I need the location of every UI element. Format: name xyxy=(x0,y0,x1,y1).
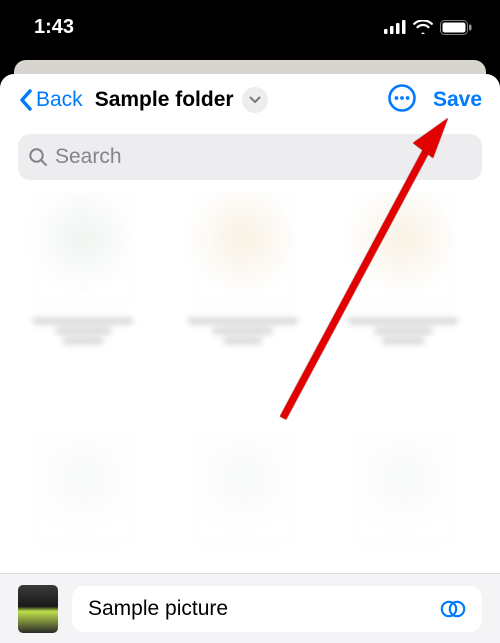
bottom-bar: Sample picture xyxy=(0,573,500,643)
battery-icon xyxy=(440,20,472,35)
folder-title: Sample folder xyxy=(95,88,234,112)
file-item[interactable] xyxy=(338,194,468,364)
chevron-down-icon xyxy=(249,96,261,104)
cellular-icon xyxy=(384,20,406,34)
title-area: Sample folder xyxy=(95,87,387,113)
save-button[interactable]: Save xyxy=(433,88,482,112)
folder-menu-button[interactable] xyxy=(242,87,268,113)
status-right xyxy=(384,20,472,35)
navigation-bar: Back Sample folder Save xyxy=(0,74,500,126)
live-photo-icon xyxy=(440,600,466,618)
back-label: Back xyxy=(36,88,83,112)
file-item[interactable] xyxy=(18,194,148,364)
search-icon xyxy=(28,147,48,167)
nav-right: Save xyxy=(387,83,482,118)
ellipsis-circle-icon xyxy=(387,83,417,113)
attachment-pill[interactable]: Sample picture xyxy=(72,586,482,632)
wifi-icon xyxy=(413,20,433,34)
search-placeholder: Search xyxy=(55,145,122,169)
folder-sheet: Back Sample folder Save xyxy=(0,74,500,643)
chevron-left-icon xyxy=(18,88,34,112)
status-bar: 1:43 xyxy=(0,0,500,54)
status-time: 1:43 xyxy=(34,16,74,39)
file-item[interactable] xyxy=(178,194,308,364)
back-button[interactable]: Back xyxy=(18,88,83,112)
attachment-caption: Sample picture xyxy=(88,597,228,621)
attachment-thumbnail[interactable] xyxy=(18,585,58,633)
more-button[interactable] xyxy=(387,83,417,118)
folder-content xyxy=(18,184,482,573)
search-input[interactable]: Search xyxy=(18,134,482,180)
